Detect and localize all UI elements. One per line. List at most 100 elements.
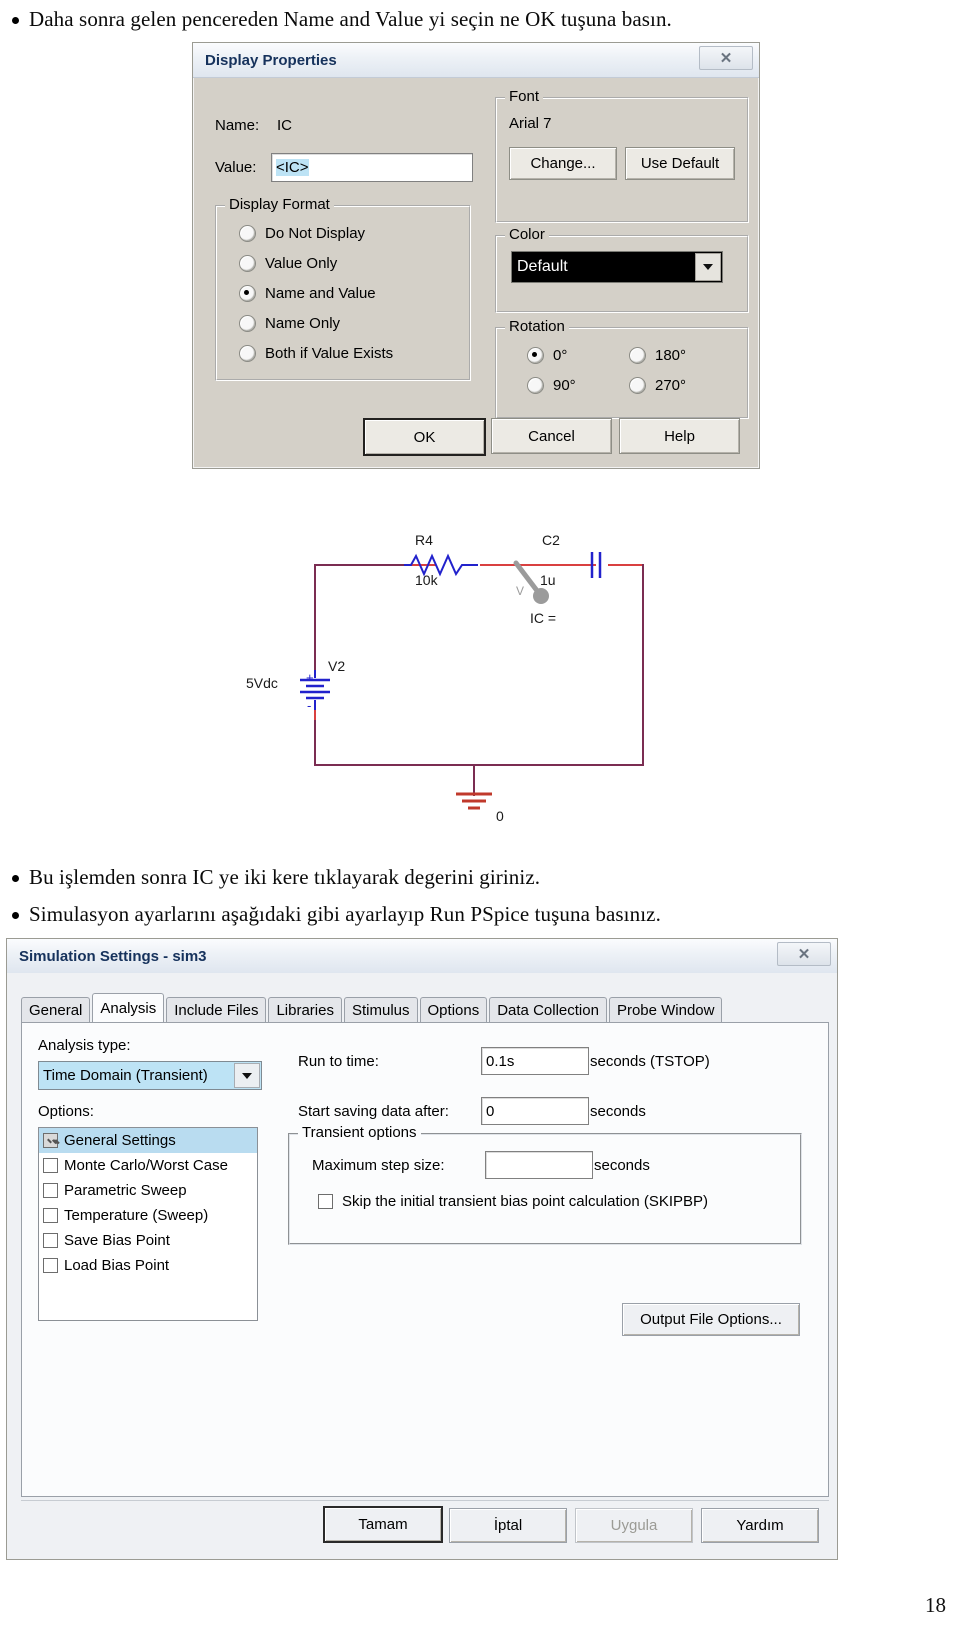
- tab-options[interactable]: Options: [419, 997, 488, 1023]
- skipbp-checkbox-row[interactable]: Skip the initial transient bias point ca…: [318, 1193, 708, 1210]
- bullet-text-3: Simulasyon ayarlarını aşağıdaki gibi aya…: [29, 902, 661, 926]
- radio-label: 270°: [655, 377, 687, 394]
- source-minus-label: -: [307, 698, 312, 713]
- cancel-button[interactable]: Cancel: [491, 418, 612, 454]
- tab-general[interactable]: General: [21, 997, 91, 1023]
- name-value: IC: [277, 117, 292, 134]
- chevron-down-icon[interactable]: [234, 1063, 260, 1088]
- chevron-down-icon[interactable]: [695, 253, 721, 281]
- radio-rotation-0[interactable]: 0°: [527, 347, 567, 364]
- analysis-type-value: Time Domain (Transient): [43, 1067, 208, 1084]
- bullet-text-2: Bu işlemden sonra IC ye iki kere tıklaya…: [29, 865, 541, 889]
- close-icon[interactable]: ✕: [699, 46, 753, 70]
- option-save-bias-point[interactable]: Save Bias Point: [39, 1228, 257, 1253]
- checkbox-icon: [43, 1158, 58, 1173]
- resistor-name-label: R4: [415, 532, 433, 548]
- radio-label: Name Only: [265, 315, 341, 332]
- rotation-group: Rotation 0° 90° 180° 270°: [495, 318, 749, 419]
- analysis-tab-panel: Analysis type: Time Domain (Transient) O…: [21, 1022, 829, 1497]
- wire-cap-right: [608, 564, 642, 566]
- color-group: Color Default: [495, 226, 749, 313]
- close-icon[interactable]: ✕: [777, 942, 831, 966]
- radio-label: Both if Value Exists: [265, 345, 394, 362]
- bullet-text-1: Daha sonra gelen pencereden Name and Val…: [29, 7, 672, 31]
- option-parametric-sweep[interactable]: Parametric Sweep: [39, 1178, 257, 1203]
- bullet-item-1: Daha sonra gelen pencereden Name and Val…: [12, 6, 672, 32]
- options-listbox[interactable]: General Settings Monte Carlo/Worst Case …: [38, 1127, 258, 1321]
- radio-both-if-value-exists[interactable]: Both if Value Exists: [239, 345, 393, 362]
- bullet-item-2: Bu işlemden sonra IC ye iki kere tıklaya…: [12, 864, 540, 890]
- use-default-font-button[interactable]: Use Default: [625, 147, 735, 180]
- wire-bottom: [314, 764, 644, 766]
- tab-include-files[interactable]: Include Files: [166, 997, 267, 1023]
- checkbox-icon: [318, 1194, 333, 1209]
- radio-label: 0°: [553, 347, 568, 364]
- option-label: Load Bias Point: [64, 1257, 170, 1274]
- probe-label: V: [516, 584, 525, 598]
- font-group-label: Font: [505, 88, 544, 105]
- radio-rotation-90[interactable]: 90°: [527, 377, 576, 394]
- tab-probe-window[interactable]: Probe Window: [608, 997, 723, 1023]
- radio-icon-selected: [527, 347, 544, 364]
- radio-label: Value Only: [265, 255, 338, 272]
- source-name-label: V2: [328, 658, 346, 674]
- color-dropdown[interactable]: Default: [511, 251, 723, 283]
- start-saving-input[interactable]: 0: [481, 1097, 589, 1125]
- value-input-text: <IC>: [276, 159, 309, 176]
- dialog-title: Display Properties: [205, 51, 337, 69]
- options-label: Options:: [38, 1103, 94, 1120]
- rotation-group-label: Rotation: [505, 318, 569, 335]
- run-to-time-input[interactable]: 0.1s: [481, 1047, 589, 1075]
- radio-rotation-270[interactable]: 270°: [629, 377, 686, 394]
- radio-do-not-display[interactable]: Do Not Display: [239, 225, 365, 242]
- color-group-label: Color: [505, 226, 549, 243]
- radio-icon: [629, 377, 646, 394]
- checkbox-icon: [43, 1258, 58, 1273]
- analysis-type-dropdown[interactable]: Time Domain (Transient): [38, 1061, 262, 1090]
- uygula-button[interactable]: Uygula: [575, 1508, 693, 1543]
- value-input[interactable]: <IC>: [271, 153, 473, 182]
- radio-icon-selected: [239, 285, 256, 302]
- option-temperature-sweep[interactable]: Temperature (Sweep): [39, 1203, 257, 1228]
- radio-icon: [239, 255, 256, 272]
- radio-value-only[interactable]: Value Only: [239, 255, 337, 272]
- radio-name-only[interactable]: Name Only: [239, 315, 340, 332]
- radio-name-and-value[interactable]: Name and Value: [239, 285, 376, 302]
- help-button[interactable]: Help: [619, 418, 740, 454]
- option-label: Save Bias Point: [64, 1232, 170, 1249]
- display-properties-dialog: Display Properties ✕ Name: IC Value: <IC…: [192, 42, 760, 469]
- analysis-type-label: Analysis type:: [38, 1037, 131, 1054]
- option-load-bias-point[interactable]: Load Bias Point: [39, 1253, 257, 1278]
- bullet-marker-icon: [12, 912, 19, 919]
- change-font-button[interactable]: Change...: [509, 147, 617, 180]
- option-label: Temperature (Sweep): [64, 1207, 209, 1224]
- tab-data-collection[interactable]: Data Collection: [489, 997, 607, 1023]
- radio-icon: [239, 315, 256, 332]
- max-step-units: seconds: [594, 1157, 650, 1174]
- bullet-marker-icon: [12, 875, 19, 882]
- yardim-button[interactable]: Yardım: [701, 1508, 819, 1543]
- page-number: 18: [925, 1593, 946, 1617]
- option-monte-carlo[interactable]: Monte Carlo/Worst Case: [39, 1153, 257, 1178]
- option-general-settings[interactable]: General Settings: [39, 1128, 257, 1153]
- color-dropdown-value: Default: [517, 258, 568, 275]
- tamam-button[interactable]: Tamam: [323, 1506, 443, 1543]
- run-to-time-units: seconds (TSTOP): [590, 1053, 710, 1070]
- wire-left-upper: [314, 564, 316, 672]
- ok-button[interactable]: OK: [363, 418, 486, 456]
- tab-stimulus[interactable]: Stimulus: [343, 997, 418, 1023]
- ground-label: 0: [496, 808, 504, 824]
- output-file-options-button[interactable]: Output File Options...: [622, 1303, 800, 1336]
- radio-rotation-180[interactable]: 180°: [629, 347, 686, 364]
- skipbp-label: Skip the initial transient bias point ca…: [342, 1193, 709, 1210]
- max-step-input[interactable]: [485, 1151, 593, 1179]
- display-format-group: Display Format Do Not Display Value Only…: [215, 196, 471, 381]
- checkbox-icon-checked: [43, 1133, 58, 1148]
- tabstrip: General Analysis Include Files Libraries…: [21, 993, 829, 1023]
- wire-left-lower: [314, 720, 316, 766]
- iptal-button[interactable]: İptal: [449, 1508, 567, 1543]
- radio-icon: [629, 347, 646, 364]
- radio-icon: [527, 377, 544, 394]
- tab-analysis[interactable]: Analysis: [92, 993, 165, 1023]
- tab-libraries[interactable]: Libraries: [268, 997, 342, 1023]
